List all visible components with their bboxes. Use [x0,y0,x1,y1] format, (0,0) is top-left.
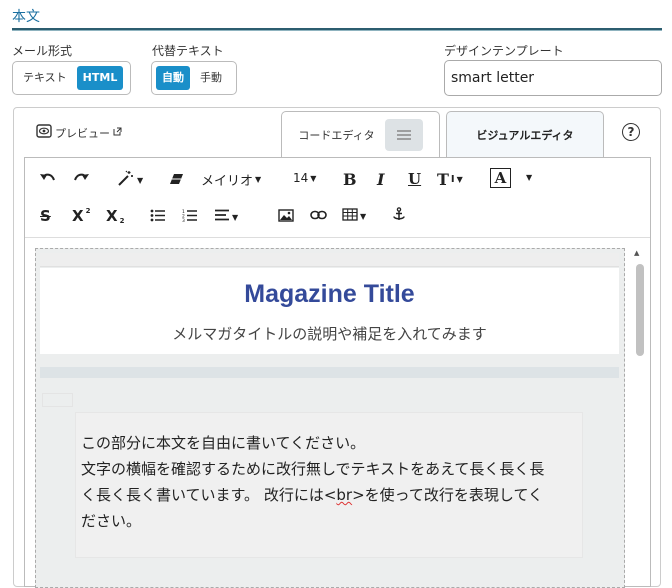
toolbar-divider [25,237,650,238]
tab-code-editor[interactable]: コードエディタ [281,111,440,157]
body-line: ださい。 [81,512,142,530]
redo-icon[interactable] [72,171,90,185]
text-style-mark: I [450,174,455,185]
subscript-glyph: X [106,207,118,225]
scroll-up-arrow-icon[interactable]: ▲ [634,249,639,257]
mail-format-option-html[interactable]: HTML [76,66,124,90]
font-color-dropdown[interactable]: ▼ [526,173,532,182]
alt-text-option-auto[interactable]: 自動 [156,66,190,90]
body-text[interactable]: この部分に本文を自由に書いてください。 文字の横幅を確認するために改行無しでテキ… [81,430,581,534]
bold-button[interactable]: B [343,170,357,189]
spellcheck-word: br [336,486,353,504]
chevron-down-icon: ▼ [232,212,239,222]
magazine-subtitle[interactable]: メルマガタイトルの説明や補足を入れてみます [40,323,619,344]
eraser-icon[interactable] [169,172,185,186]
design-template-label: デザインテンプレート [444,44,564,58]
link-icon[interactable] [310,210,327,220]
numbered-list-icon[interactable]: 123 [182,209,198,222]
preview-link[interactable]: プレビュー [36,124,122,141]
font-family-value: メイリオ [201,174,254,189]
alt-text-label: 代替テキスト [152,44,224,58]
content-separator-band [40,367,619,378]
subscript-mark: 2 [119,217,125,225]
alt-text-toggle: 自動 手動 [151,61,237,95]
chevron-down-icon: ▼ [137,175,144,185]
chevron-down-icon: ▼ [310,173,317,183]
bulleted-list-icon[interactable] [150,209,166,222]
font-size-dropdown[interactable]: 14 ▼ [293,171,316,185]
design-template-input[interactable]: smart letter [444,60,662,96]
content-block-placeholder [42,393,73,407]
mail-format-toggle: テキスト HTML [12,61,131,95]
hamburger-icon[interactable] [384,118,423,151]
chevron-down-icon: ▼ [255,175,262,184]
superscript-glyph: X [72,207,84,225]
help-icon[interactable]: ? [622,123,640,141]
mail-format-label: メール形式 [12,44,73,58]
font-size-value: 14 [293,171,309,185]
tab-visual-editor[interactable]: ビジュアルエディタ [446,111,604,157]
image-icon[interactable] [278,209,294,222]
superscript-mark: 2 [85,207,91,215]
font-family-dropdown[interactable]: メイリオ ▼ [201,170,261,189]
italic-button[interactable]: I [377,170,384,189]
text-style-glyph: T [437,170,449,189]
superscript-button[interactable]: X 2 [72,207,90,225]
body-line: 文字の横幅を確認するために改行無しでテキストをあえて長く長く長 [81,460,545,478]
tab-visual-editor-label: ビジュアルエディタ [476,128,574,142]
mail-format-option-text[interactable]: テキスト [17,66,73,90]
align-icon [214,209,230,225]
body-line: く長く長く書いています。 改行には<br>を使って改行を表現してく [81,482,581,508]
eye-icon [36,124,52,141]
content-top-band [40,253,619,267]
table-icon [342,208,358,225]
svg-text:3: 3 [182,218,185,222]
strikethrough-button[interactable]: S [40,207,51,225]
chevron-down-icon: ▼ [526,173,533,182]
section-divider [12,28,662,31]
magic-wand-icon [117,170,135,190]
align-dropdown[interactable]: ▼ [214,209,238,225]
text-style-dropdown[interactable]: T I ▼ [437,170,463,189]
body-line-segment: く長く長く書いています。 改行には< [81,486,337,504]
font-color-button[interactable]: A [490,168,511,188]
chevron-down-icon: ▼ [456,175,463,184]
body-line-segment: >を使って改行を表現してく [352,486,544,504]
section-title: 本文 [12,9,40,25]
underline-button[interactable]: U [408,170,421,188]
chevron-down-icon: ▼ [360,212,367,221]
alt-text-option-manual[interactable]: 手動 [194,66,228,90]
magic-wand-dropdown[interactable]: ▼ [117,170,143,190]
table-dropdown[interactable]: ▼ [342,208,366,225]
preview-label: プレビュー [55,126,110,140]
tab-code-editor-label: コードエディタ [298,128,375,142]
body-line: この部分に本文を自由に書いてください。 [81,434,366,452]
subscript-button[interactable]: X 2 [106,207,124,225]
undo-icon[interactable] [39,171,57,185]
external-link-icon [113,126,122,139]
magazine-title[interactable]: Magazine Title [40,280,619,309]
scrollbar-thumb[interactable] [636,264,644,356]
anchor-icon[interactable] [392,207,406,222]
